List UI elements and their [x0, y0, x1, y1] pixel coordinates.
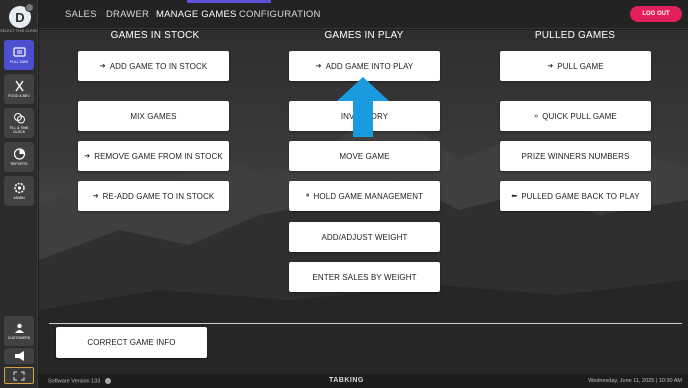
sidebar-item-reports[interactable]: REPORTS — [4, 142, 34, 172]
button-label: PULL GAME — [557, 61, 604, 71]
pulled-game-back-to-play-button[interactable]: ⬅ PULLED GAME BACK TO PLAY — [500, 181, 651, 211]
sidebar-item-label: REPORTS — [10, 162, 28, 166]
manage-games-panel: GAMES IN STOCK GAMES IN PLAY PULLED GAME… — [39, 30, 688, 374]
button-label: QUICK PULL GAME — [542, 111, 617, 121]
sidebar-item-customers[interactable]: CUSTOMERS — [4, 316, 34, 346]
expand-icon — [13, 371, 25, 380]
tab-sales[interactable]: SALES — [65, 9, 97, 20]
pull-game-button[interactable]: ➔ PULL GAME — [500, 51, 651, 81]
ticket-icon — [12, 47, 26, 57]
button-label: ADD/ADJUST WEIGHT — [321, 232, 408, 242]
brand-logo: TABKING — [329, 377, 364, 384]
software-version: Software Version 133 — [48, 378, 111, 384]
clerk-avatar[interactable]: D — [9, 3, 34, 28]
button-label: REMOVE GAME FROM IN STOCK — [94, 151, 223, 161]
megaphone-icon — [14, 351, 24, 361]
button-label: HOLD GAME MANAGEMENT — [313, 191, 424, 201]
avatar-letter: D — [15, 9, 25, 25]
footer-bar: Software Version 133 TABKING Wednesday, … — [39, 374, 688, 388]
button-label: CORRECT GAME INFO — [87, 338, 176, 347]
sidebar-item-label: FOOD & BEV — [8, 94, 30, 98]
software-version-text: Software Version 133 — [48, 378, 101, 385]
button-label: ADD GAME TO IN STOCK — [109, 61, 208, 71]
button-label: MOVE GAME — [339, 151, 390, 161]
button-label: PRIZE WINNERS NUMBERS — [521, 151, 630, 161]
sidebar-item-announcements[interactable] — [4, 348, 34, 364]
sidebar-item-label: ADMIN — [13, 196, 25, 200]
pie-chart-icon — [13, 148, 25, 160]
info-icon[interactable] — [104, 378, 111, 384]
fullscreen-button[interactable] — [4, 367, 34, 384]
tab-configuration[interactable]: CONFIGURATION — [239, 9, 321, 20]
datetime-display: Wednesday, June 11, 2025 | 10:30 AM — [588, 378, 682, 384]
pulled-games-title: PULLED GAMES — [534, 30, 616, 41]
add-adjust-weight-button[interactable]: ADD/ADJUST WEIGHT — [289, 222, 440, 252]
sidebar-item-admin[interactable]: ADMIN — [4, 176, 34, 206]
arrow-circle-right-icon: ➔ — [84, 153, 91, 160]
arrow-circle-right-icon: ➔ — [99, 63, 106, 70]
remove-game-from-in-stock-button[interactable]: ➔ REMOVE GAME FROM IN STOCK — [78, 141, 229, 171]
button-label: MIX GAMES — [130, 111, 177, 121]
button-label: RE-ADD GAME TO IN STOCK — [102, 191, 215, 201]
pause-circle-icon: ⏸ — [305, 192, 310, 199]
sidebar-item-food-bev[interactable]: FOOD & BEV — [4, 74, 34, 104]
active-tab-indicator — [187, 0, 271, 3]
prize-winners-numbers-button[interactable]: PRIZE WINNERS NUMBERS — [500, 141, 651, 171]
arrow-circle-right-icon: ➔ — [547, 63, 554, 70]
arrow-circle-left-icon: ⬅ — [511, 193, 518, 200]
sidebar-item-till-time-clock[interactable]: TILL & TIME CLOCK — [4, 108, 34, 138]
fork-knife-icon — [14, 80, 24, 92]
up-arrow-pointer-icon — [337, 77, 389, 137]
gear-icon — [13, 182, 25, 194]
sidebar-item-label: PULL TABS — [9, 60, 29, 64]
arrow-circle-right-icon: ➔ — [92, 193, 99, 200]
correct-game-info-button[interactable]: CORRECT GAME INFO — [56, 327, 207, 358]
button-label: PULLED GAME BACK TO PLAY — [521, 191, 640, 201]
button-label: ADD GAME INTO PLAY — [325, 61, 414, 71]
hold-game-management-button[interactable]: ⏸ HOLD GAME MANAGEMENT — [289, 181, 440, 211]
mix-games-button[interactable]: MIX GAMES — [78, 101, 229, 131]
quick-pull-game-button[interactable]: » QUICK PULL GAME — [500, 101, 651, 131]
tab-drawer[interactable]: DRAWER — [106, 9, 149, 20]
double-chevron-right-icon: » — [534, 112, 539, 120]
sidebar-item-pull-tabs[interactable]: PULL TABS — [4, 40, 34, 70]
games-in-play-title: GAMES IN PLAY — [324, 30, 404, 41]
logout-button[interactable]: LOG OUT — [630, 6, 682, 22]
sidebar-item-label: CUSTOMERS — [7, 336, 31, 340]
move-game-button[interactable]: MOVE GAME — [289, 141, 440, 171]
select-clerk-label: SELECT THIS CLERK — [0, 29, 38, 33]
button-label: ENTER SALES BY WEIGHT — [312, 272, 417, 282]
re-add-game-to-in-stock-button[interactable]: ➔ RE-ADD GAME TO IN STOCK — [78, 181, 229, 211]
games-in-stock-title: GAMES IN STOCK — [110, 30, 200, 41]
section-divider — [49, 323, 682, 324]
arrow-circle-right-icon: ➔ — [315, 63, 322, 70]
sidebar-item-label: TILL & TIME CLOCK — [9, 126, 29, 134]
top-navigation: SALES DRAWER MANAGE GAMES CONFIGURATION — [39, 0, 688, 29]
enter-sales-by-weight-button[interactable]: ENTER SALES BY WEIGHT — [289, 262, 440, 292]
customers-icon — [14, 323, 24, 333]
tab-manage-games[interactable]: MANAGE GAMES — [156, 9, 237, 20]
clerk-settings-icon — [25, 3, 34, 12]
coins-icon — [13, 113, 25, 124]
add-game-to-in-stock-button[interactable]: ➔ ADD GAME TO IN STOCK — [78, 51, 229, 81]
sidebar: D SELECT THIS CLERK PULL TABS FOOD & BEV… — [0, 0, 38, 388]
